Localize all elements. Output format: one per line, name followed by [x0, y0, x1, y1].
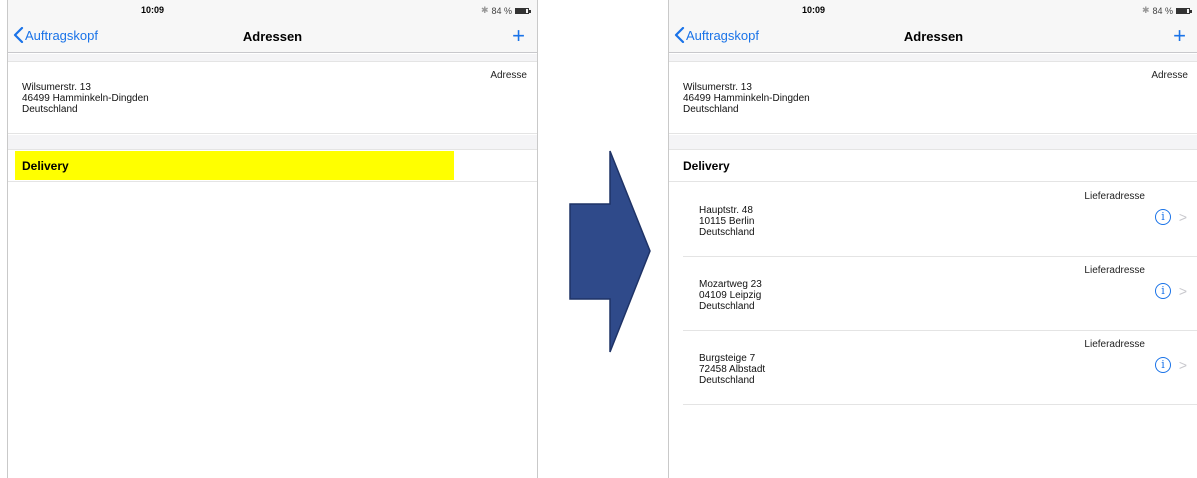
delivery-section-label: Delivery — [683, 159, 730, 173]
plus-icon[interactable]: + — [512, 23, 525, 49]
page-title: Adressen — [242, 29, 303, 44]
screen-before: 10:09 ✱ 84 % Auftragskopf Adressen + Adr… — [7, 0, 538, 478]
right-arrow-icon — [569, 150, 651, 353]
delivery-address-cell[interactable]: Lieferadresse Mozartweg 23 04109 Leipzig… — [683, 257, 1197, 331]
address-country: Deutschland — [683, 104, 739, 115]
address-lines: Burgsteige 7 72458 Albstadt Deutschland — [699, 353, 765, 386]
address-type-label: Lieferadresse — [1084, 339, 1145, 350]
address-lines: Hauptstr. 48 10115 Berlin Deutschland — [699, 205, 755, 238]
navigation-bar: Auftragskopf Adressen + — [8, 20, 537, 53]
chevron-right-icon: > — [1178, 357, 1187, 373]
main-address-cell[interactable]: Adresse Wilsumerstr. 13 46499 Hamminkeln… — [669, 61, 1197, 134]
address-city: 46499 Hamminkeln-Dingden — [683, 93, 810, 104]
status-indicators: ✱ 84 % — [480, 5, 531, 16]
battery-icon — [1176, 7, 1192, 14]
main-address-cell[interactable]: Adresse Wilsumerstr. 13 46499 Hamminkeln… — [8, 61, 537, 134]
address-city: 46499 Hamminkeln-Dingden — [22, 93, 149, 104]
address-type-label: Adresse — [490, 70, 527, 81]
delivery-section-header[interactable]: Delivery — [8, 149, 537, 182]
status-bar: 10:09 ✱ 84 % — [669, 0, 1197, 20]
address-lines: Wilsumerstr. 13 46499 Hamminkeln-Dingden… — [683, 82, 810, 115]
delivery-section-label: Delivery — [22, 159, 69, 173]
navigation-bar: Auftragskopf Adressen + — [669, 20, 1197, 53]
info-icon[interactable]: i — [1155, 357, 1171, 373]
address-city: 04109 Leipzig — [699, 290, 762, 301]
section-gap — [8, 135, 537, 149]
delivery-address-cell[interactable]: Lieferadresse Burgsteige 7 72458 Albstad… — [683, 331, 1197, 405]
address-city: 10115 Berlin — [699, 216, 755, 227]
bluetooth-icon: ✱ — [1141, 5, 1150, 15]
info-icon[interactable]: i — [1155, 283, 1171, 299]
delivery-section-header[interactable]: Delivery — [669, 149, 1197, 182]
address-street: Wilsumerstr. 13 — [683, 82, 752, 93]
address-street: Burgsteige 7 — [699, 353, 756, 364]
status-time: 10:09 — [801, 5, 826, 15]
address-street: Wilsumerstr. 13 — [22, 82, 91, 93]
page-title: Adressen — [903, 29, 964, 44]
address-type-label: Lieferadresse — [1084, 265, 1145, 276]
address-street: Hauptstr. 48 — [699, 205, 753, 216]
status-time: 10:09 — [140, 5, 165, 15]
address-lines: Mozartweg 23 04109 Leipzig Deutschland — [699, 279, 762, 312]
battery-icon — [515, 7, 531, 14]
status-bar: 10:09 ✱ 84 % — [8, 0, 537, 20]
chevron-right-icon: > — [1178, 283, 1187, 299]
bluetooth-icon: ✱ — [480, 5, 489, 15]
section-gap — [669, 135, 1197, 149]
chevron-right-icon: > — [1178, 209, 1187, 225]
battery-percent: 84 % — [1152, 5, 1173, 16]
screen-after: 10:09 ✱ 84 % Auftragskopf Adressen + Adr… — [668, 0, 1197, 478]
address-lines: Wilsumerstr. 13 46499 Hamminkeln-Dingden… — [22, 82, 149, 115]
status-indicators: ✱ 84 % — [1141, 5, 1192, 16]
address-country: Deutschland — [699, 301, 755, 312]
address-street: Mozartweg 23 — [699, 279, 762, 290]
address-type-label: Lieferadresse — [1084, 191, 1145, 202]
address-country: Deutschland — [22, 104, 78, 115]
address-country: Deutschland — [699, 375, 755, 386]
info-icon[interactable]: i — [1155, 209, 1171, 225]
address-type-label: Adresse — [1151, 70, 1188, 81]
battery-percent: 84 % — [491, 5, 512, 16]
delivery-address-cell[interactable]: Lieferadresse Hauptstr. 48 10115 Berlin … — [683, 183, 1197, 257]
plus-icon[interactable]: + — [1173, 23, 1186, 49]
address-country: Deutschland — [699, 227, 755, 238]
section-highlight — [15, 151, 454, 180]
address-city: 72458 Albstadt — [699, 364, 766, 375]
